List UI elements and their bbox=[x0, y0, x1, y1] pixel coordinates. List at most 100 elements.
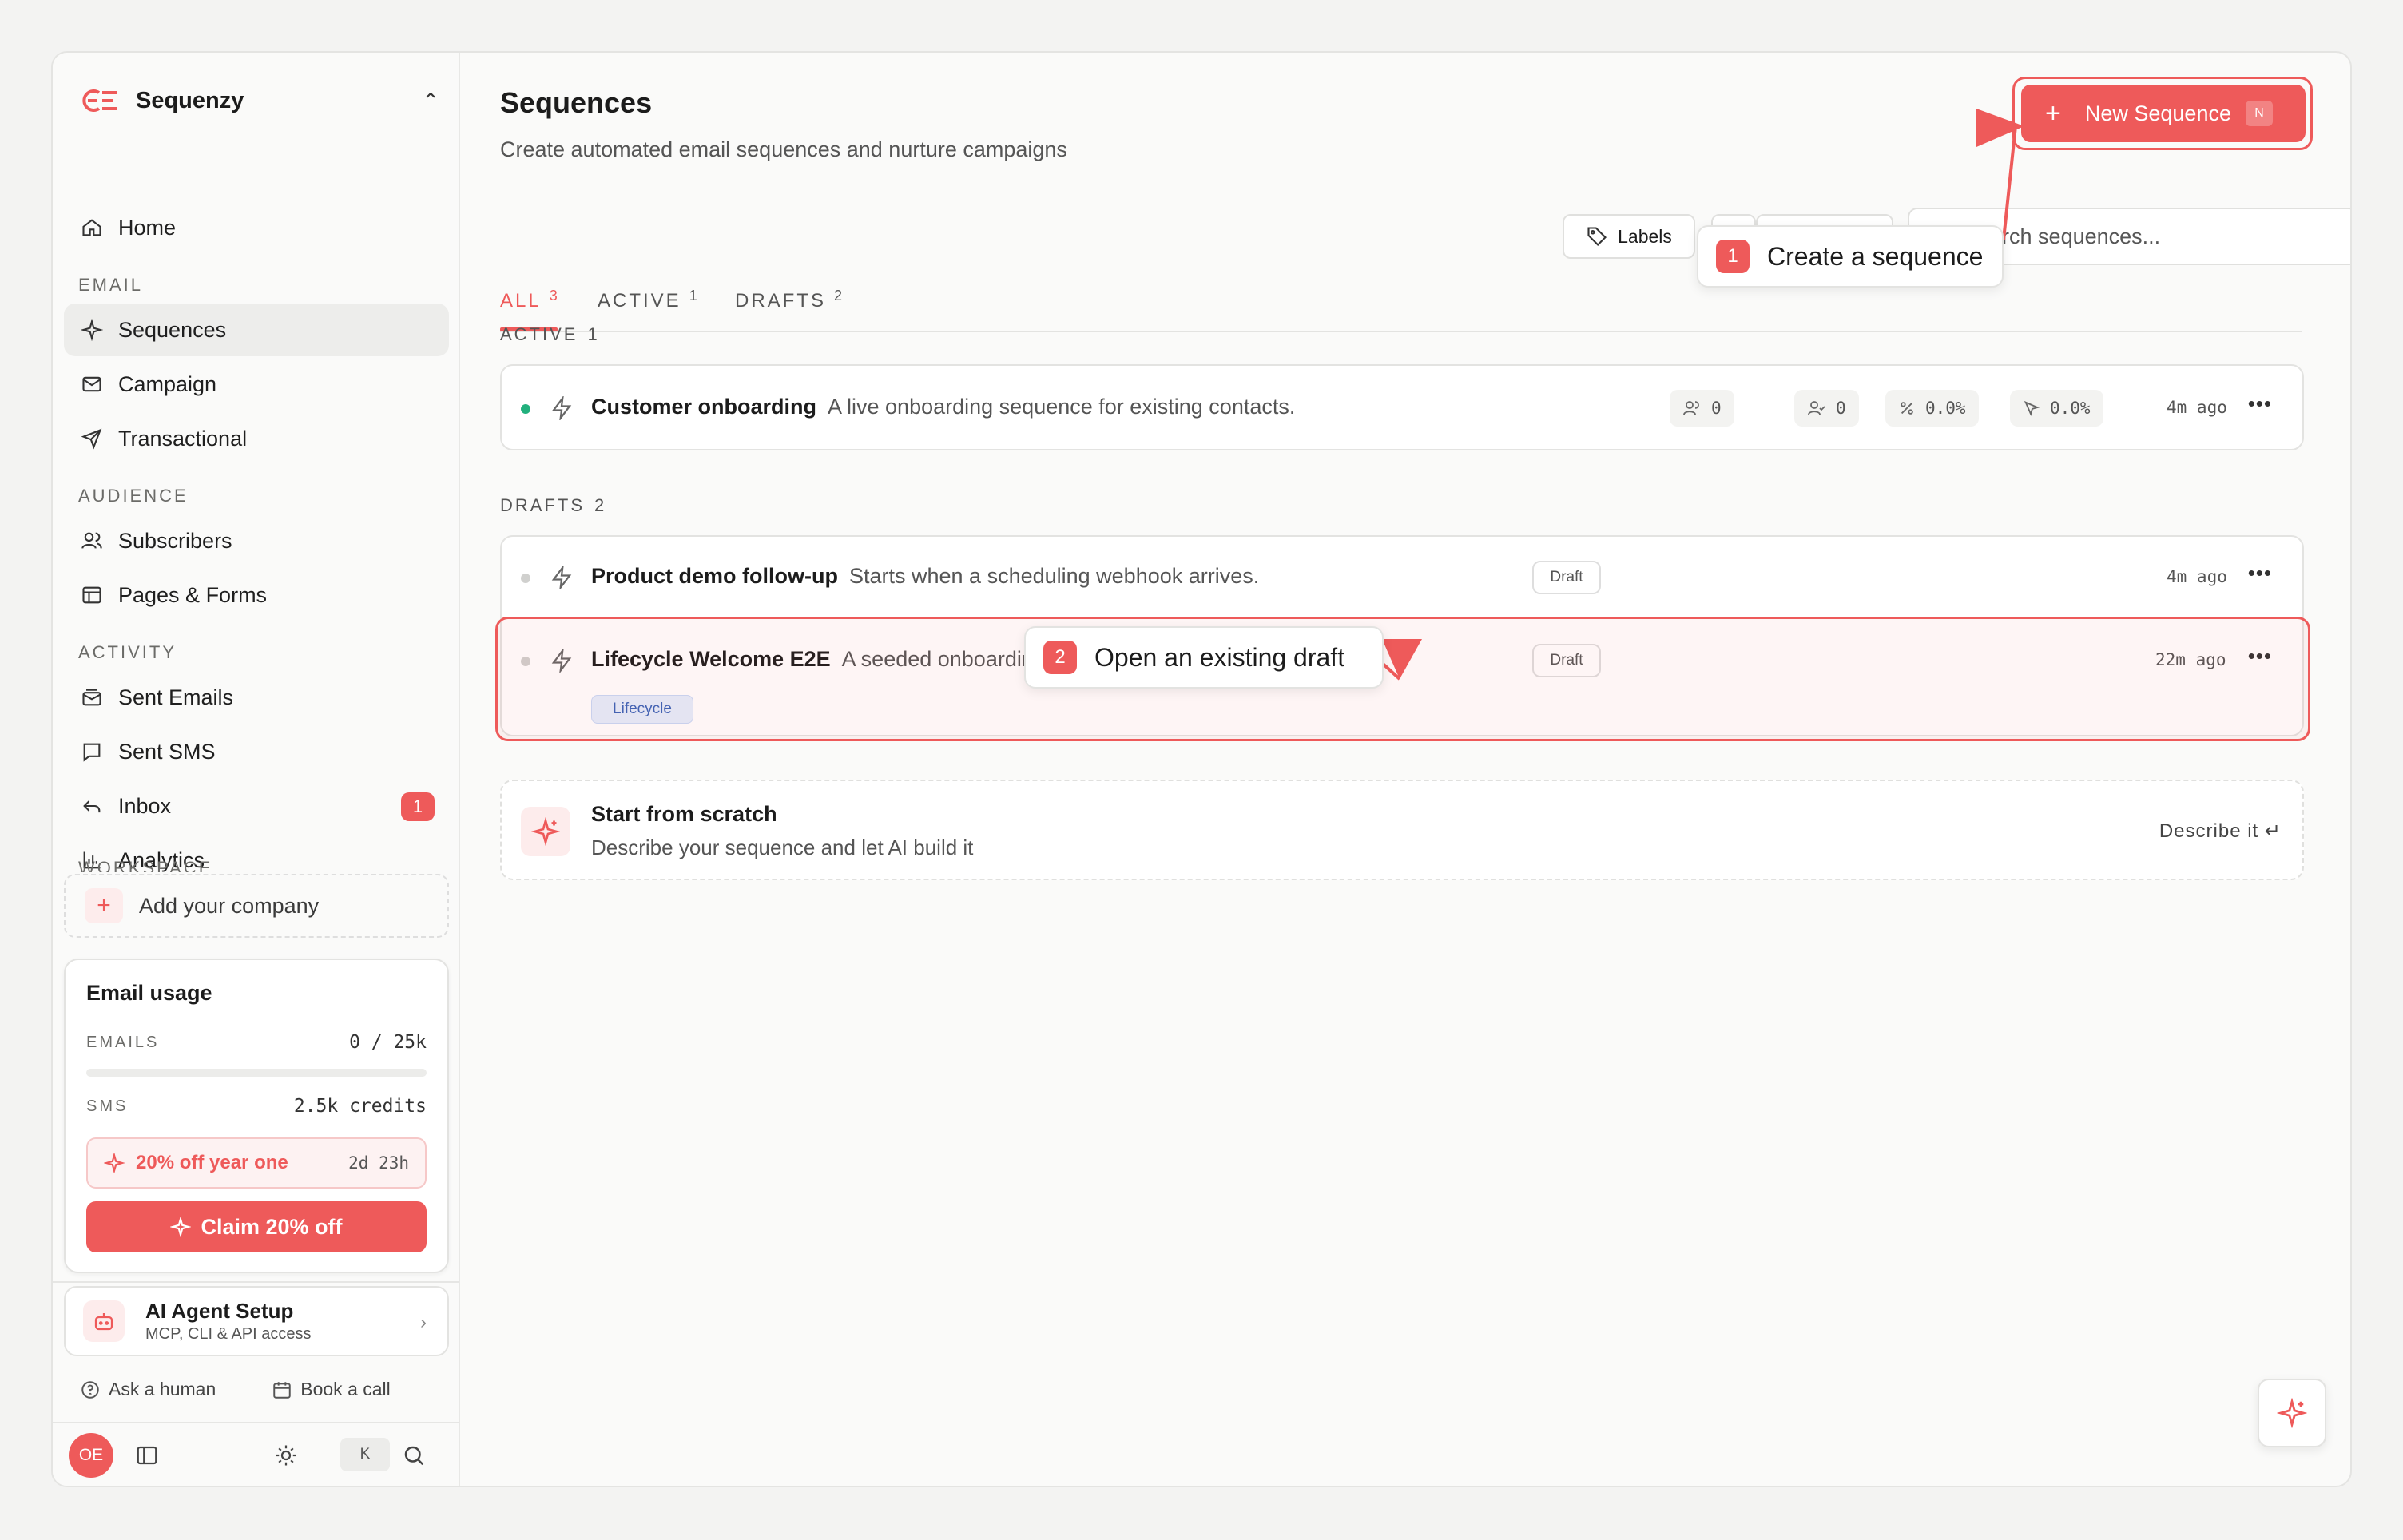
start-from-scratch-card[interactable]: Start from scratch Describe your sequenc… bbox=[500, 780, 2304, 880]
status-dot-draft bbox=[521, 574, 530, 583]
tab-active[interactable]: ACTIVE 1 bbox=[598, 288, 697, 312]
agent-title: AI Agent Setup bbox=[145, 1299, 294, 1323]
more-options-icon[interactable]: ••• bbox=[2248, 561, 2272, 585]
group-label-text: ACTIVE bbox=[500, 324, 578, 344]
sparkles-icon bbox=[80, 318, 104, 342]
book-call-link[interactable]: Book a call bbox=[272, 1379, 391, 1400]
callout-text: Open an existing draft bbox=[1094, 642, 1345, 672]
mail-stack-icon bbox=[80, 685, 104, 709]
group-label-active: ACTIVE 1 bbox=[500, 324, 598, 345]
completed-count: 0 bbox=[1836, 399, 1846, 418]
sequence-description: A live onboarding sequence for existing … bbox=[828, 395, 1296, 419]
calendar-icon bbox=[273, 1381, 291, 1399]
sidebar-item-pages-forms[interactable]: Pages & Forms bbox=[64, 569, 449, 621]
group-label-text: DRAFTS bbox=[500, 495, 585, 515]
search-icon[interactable] bbox=[399, 1441, 428, 1470]
app-window: Sequenzy ⌃ Home EMAIL Sequences Campaign… bbox=[51, 51, 2352, 1487]
plus-icon: + bbox=[85, 888, 123, 923]
sequence-card-active: Customer onboarding A live onboarding seq… bbox=[500, 364, 2304, 450]
completed-count-chip: 0 bbox=[1794, 390, 1859, 427]
enter-icon: ↵ bbox=[2264, 820, 2282, 842]
status-dot-active bbox=[521, 404, 530, 414]
add-company-button[interactable]: + Add your company bbox=[64, 874, 449, 938]
sidebar-item-label: Sent Emails bbox=[118, 685, 234, 709]
agent-subtitle: MCP, CLI & API access bbox=[145, 1325, 312, 1343]
ai-assistant-button[interactable] bbox=[2258, 1379, 2326, 1447]
tab-all[interactable]: ALL 3 bbox=[500, 288, 558, 312]
bolt-icon bbox=[551, 566, 572, 589]
workspace-switcher[interactable]: Sequenzy ⌃ bbox=[80, 77, 439, 125]
scratch-subtitle: Describe your sequence and let AI build … bbox=[591, 835, 974, 859]
sidebar-item-inbox[interactable]: Inbox 1 bbox=[64, 780, 449, 832]
usage-sms-value: 2.5k credits bbox=[293, 1096, 427, 1117]
reply-icon bbox=[80, 794, 104, 818]
sidebar-item-transactional[interactable]: Transactional bbox=[64, 412, 449, 465]
status-badge: Draft bbox=[1532, 561, 1601, 594]
new-sequence-label: New Sequence bbox=[2084, 101, 2231, 125]
sparkles-icon bbox=[104, 1153, 125, 1173]
inbox-unread-badge: 1 bbox=[401, 792, 435, 821]
new-sequence-button[interactable]: + New Sequence N bbox=[2021, 85, 2306, 142]
subscribers-count-chip: 0 bbox=[1670, 390, 1734, 427]
group-count: 1 bbox=[587, 324, 598, 344]
sidebar-item-sequences[interactable]: Sequences bbox=[64, 304, 449, 356]
divider bbox=[53, 1422, 459, 1423]
message-icon bbox=[80, 740, 104, 764]
more-options-icon[interactable]: ••• bbox=[2248, 391, 2272, 416]
sidebar-item-label: Home bbox=[118, 215, 177, 240]
sequence-row[interactable]: Product demo follow-up Starts when a sche… bbox=[502, 537, 2302, 620]
open-rate-chip: 0.0% bbox=[1885, 390, 1979, 427]
describe-it-button[interactable]: Describe it ↵ bbox=[2159, 820, 2282, 843]
sidebar-item-sent-sms[interactable]: Sent SMS bbox=[64, 725, 449, 778]
updated-time: 4m ago bbox=[2167, 398, 2227, 417]
sidebar-item-home[interactable]: Home bbox=[64, 201, 449, 254]
draft-row-highlight bbox=[495, 617, 2310, 741]
labels-filter-button[interactable]: Labels bbox=[1563, 214, 1695, 259]
usage-title: Email usage bbox=[86, 981, 212, 1005]
section-label-audience: AUDIENCE bbox=[78, 486, 189, 506]
usage-sms-label: SMS bbox=[86, 1097, 129, 1115]
group-count: 2 bbox=[594, 495, 605, 515]
callout-text: Create a sequence bbox=[1767, 241, 1984, 271]
tab-count: 3 bbox=[549, 288, 558, 304]
scratch-title: Start from scratch bbox=[591, 802, 777, 826]
sidebar-item-campaign[interactable]: Campaign bbox=[64, 358, 449, 411]
email-usage-card: Email usage EMAILS 0 / 25k SMS 2.5k cred… bbox=[64, 959, 449, 1273]
command-shortcut[interactable]: K bbox=[340, 1438, 390, 1471]
claim-discount-button[interactable]: Claim 20% off bbox=[86, 1201, 427, 1252]
usage-emails-label: EMAILS bbox=[86, 1033, 160, 1051]
sequence-description: Starts when a scheduling webhook arrives… bbox=[848, 564, 1260, 588]
ai-agent-setup-button[interactable]: AI Agent Setup MCP, CLI & API access › bbox=[64, 1286, 449, 1356]
new-sequence-shortcut: N bbox=[2245, 101, 2273, 126]
cursor-icon bbox=[2024, 400, 2040, 417]
ask-human-link[interactable]: Ask a human bbox=[80, 1379, 216, 1400]
callout-number: 2 bbox=[1043, 641, 1077, 674]
callout-number: 1 bbox=[1716, 240, 1750, 273]
main-content: Sequences Create automated email sequenc… bbox=[462, 53, 2350, 1486]
users-icon bbox=[1683, 401, 1699, 415]
page-subtitle: Create automated email sequences and nur… bbox=[500, 137, 1067, 161]
sidebar: Sequenzy ⌃ Home EMAIL Sequences Campaign… bbox=[53, 53, 460, 1486]
users-icon bbox=[80, 529, 104, 553]
promo-banner[interactable]: 20% off year one 2d 23h bbox=[86, 1137, 427, 1189]
sparkles-icon bbox=[170, 1217, 192, 1237]
sidebar-item-label: Sent SMS bbox=[118, 739, 216, 764]
avatar[interactable]: OE bbox=[69, 1433, 113, 1478]
sidebar-item-subscribers[interactable]: Subscribers bbox=[64, 514, 449, 567]
sequence-row[interactable]: Customer onboarding A live onboarding seq… bbox=[502, 366, 2302, 449]
tag-icon bbox=[1587, 227, 1607, 246]
sun-icon[interactable] bbox=[272, 1441, 300, 1470]
tab-drafts[interactable]: DRAFTS 2 bbox=[735, 288, 842, 312]
promo-text: 20% off year one bbox=[136, 1152, 288, 1173]
describe-it-label: Describe it bbox=[2159, 820, 2259, 842]
click-rate: 0.0% bbox=[2050, 399, 2091, 418]
tab-count: 1 bbox=[689, 288, 697, 304]
callout-create-sequence: 1 Create a sequence bbox=[1697, 225, 2004, 288]
updated-time: 4m ago bbox=[2167, 567, 2227, 586]
usage-emails-row: EMAILS 0 / 25k bbox=[86, 1032, 427, 1053]
sidebar-item-sent-emails[interactable]: Sent Emails bbox=[64, 671, 449, 724]
sidebar-toggle-icon[interactable] bbox=[133, 1441, 161, 1470]
subscribers-count: 0 bbox=[1711, 399, 1722, 418]
percent-icon bbox=[1901, 402, 1913, 415]
tab-label: DRAFTS bbox=[735, 290, 826, 312]
